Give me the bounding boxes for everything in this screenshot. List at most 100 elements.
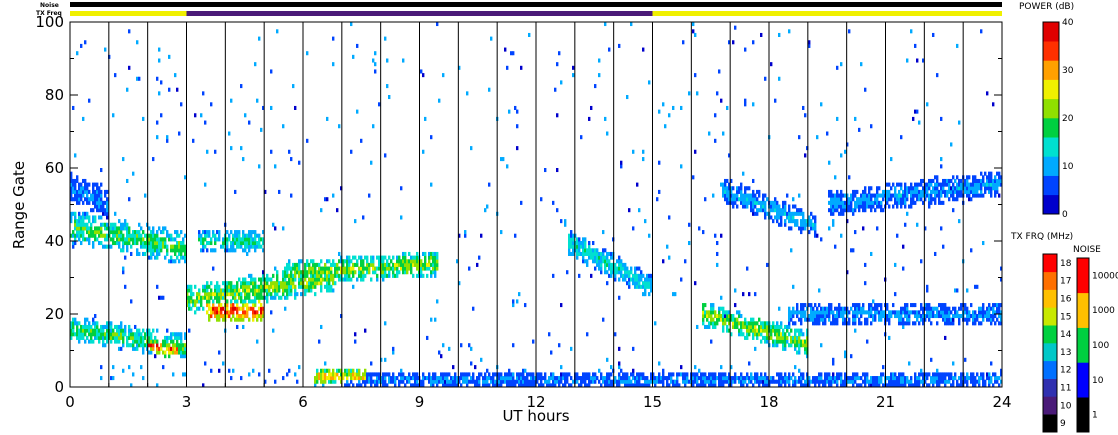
echo-pixel: [516, 146, 519, 151]
echo-pixel: [240, 292, 243, 297]
echo-pixel: [156, 135, 159, 140]
echo-pixel: [788, 321, 791, 326]
echo-pixel: [766, 197, 769, 202]
echo-pixel: [278, 189, 281, 194]
echo-pixel: [222, 244, 225, 249]
echo-pixel: [374, 51, 377, 56]
echo-pixel: [428, 372, 431, 377]
echo-pixel: [576, 372, 579, 377]
echo-pixel: [850, 354, 853, 359]
echo-pixel: [270, 149, 273, 154]
echo-pixel: [800, 208, 803, 213]
echo-pixel: [566, 270, 569, 275]
colorbar-tick-label: 12: [1060, 366, 1071, 376]
echo-pixel: [504, 47, 507, 52]
echo-pixel: [156, 343, 159, 348]
echo-pixel: [334, 376, 337, 381]
echo-pixel: [384, 321, 387, 326]
echo-pixel: [208, 284, 211, 289]
echo-pixel: [106, 200, 109, 205]
echo-pixel: [78, 200, 81, 205]
echo-pixel: [194, 310, 197, 315]
echo-pixel: [204, 182, 207, 187]
echo-pixel: [422, 73, 425, 78]
colorbar-tick-label: 10000: [1092, 271, 1118, 281]
echo-pixel: [242, 324, 245, 329]
echo-pixel: [166, 138, 169, 143]
echo-pixel: [434, 317, 437, 322]
echo-pixel: [956, 175, 959, 180]
echo-pixel: [86, 186, 89, 191]
echo-pixel: [980, 29, 983, 34]
echo-pixel: [222, 361, 225, 366]
echo-pixel: [92, 244, 95, 249]
echo-pixel: [970, 303, 973, 308]
echo-pixel: [402, 372, 405, 377]
echo-pixel: [770, 332, 773, 337]
echo-pixel: [682, 40, 685, 45]
echo-pixel: [952, 317, 955, 322]
colorbar-tick-label: 9: [1060, 419, 1066, 429]
echo-pixel: [594, 84, 597, 89]
echo-pixel: [122, 339, 125, 344]
colorbar-tick-label: 100: [1092, 341, 1109, 351]
echo-pixel: [774, 98, 777, 103]
echo-pixel: [866, 376, 869, 381]
echo-pixel: [208, 317, 211, 322]
echo-pixel: [164, 241, 167, 246]
echo-pixel: [614, 332, 617, 337]
echo-pixel: [836, 208, 839, 213]
echo-pixel: [314, 284, 317, 289]
echo-pixel: [512, 343, 515, 348]
echo-pixel: [92, 317, 95, 322]
echo-pixel: [320, 281, 323, 286]
echo-pixel: [644, 288, 647, 293]
echo-pixel: [488, 372, 491, 377]
echo-pixel: [152, 230, 155, 235]
echo-pixel: [516, 124, 519, 129]
echo-pixel: [324, 372, 327, 377]
echo-pixel: [202, 248, 205, 253]
echo-pixel: [436, 266, 439, 271]
echo-pixel: [688, 91, 691, 96]
echo-pixel: [742, 171, 745, 176]
echo-pixel: [170, 233, 173, 238]
echo-pixel: [990, 379, 993, 384]
echo-pixel: [384, 379, 387, 384]
echo-pixel: [606, 255, 609, 260]
echo-pixel: [930, 357, 933, 362]
echo-pixel: [796, 314, 799, 319]
echo-pixel: [384, 376, 387, 381]
echo-pixel: [888, 204, 891, 209]
echo-pixel: [266, 299, 269, 304]
echo-pixel: [350, 379, 353, 384]
echo-pixel: [560, 219, 563, 224]
echo-pixel: [304, 292, 307, 297]
echo-pixel: [136, 346, 139, 351]
echo-pixel: [112, 328, 115, 333]
echo-pixel: [478, 376, 481, 381]
echo-pixel: [166, 244, 169, 249]
echo-pixel: [160, 346, 163, 351]
echo-pixel: [898, 189, 901, 194]
echo-pixel: [306, 51, 309, 56]
echo-pixel: [304, 277, 307, 282]
echo-pixel: [416, 251, 419, 256]
echo-pixel: [712, 317, 715, 322]
echo-pixel: [378, 102, 381, 107]
echo-pixel: [930, 182, 933, 187]
echo-pixel: [848, 29, 851, 34]
echo-pixel: [208, 230, 211, 235]
echo-pixel: [624, 277, 627, 282]
echo-pixel: [900, 314, 903, 319]
echo-pixel: [124, 284, 127, 289]
txfreq-colorbar-title: TX FRQ (MHz): [1010, 232, 1073, 242]
echo-pixel: [864, 208, 867, 213]
echo-pixel: [926, 284, 929, 289]
echo-pixel: [316, 379, 319, 384]
echo-pixel: [192, 292, 195, 297]
colorbar-tick-label: 11: [1060, 384, 1071, 394]
echo-pixel: [486, 379, 489, 384]
colorbar-swatch: [1043, 289, 1057, 308]
echo-pixel: [404, 255, 407, 260]
